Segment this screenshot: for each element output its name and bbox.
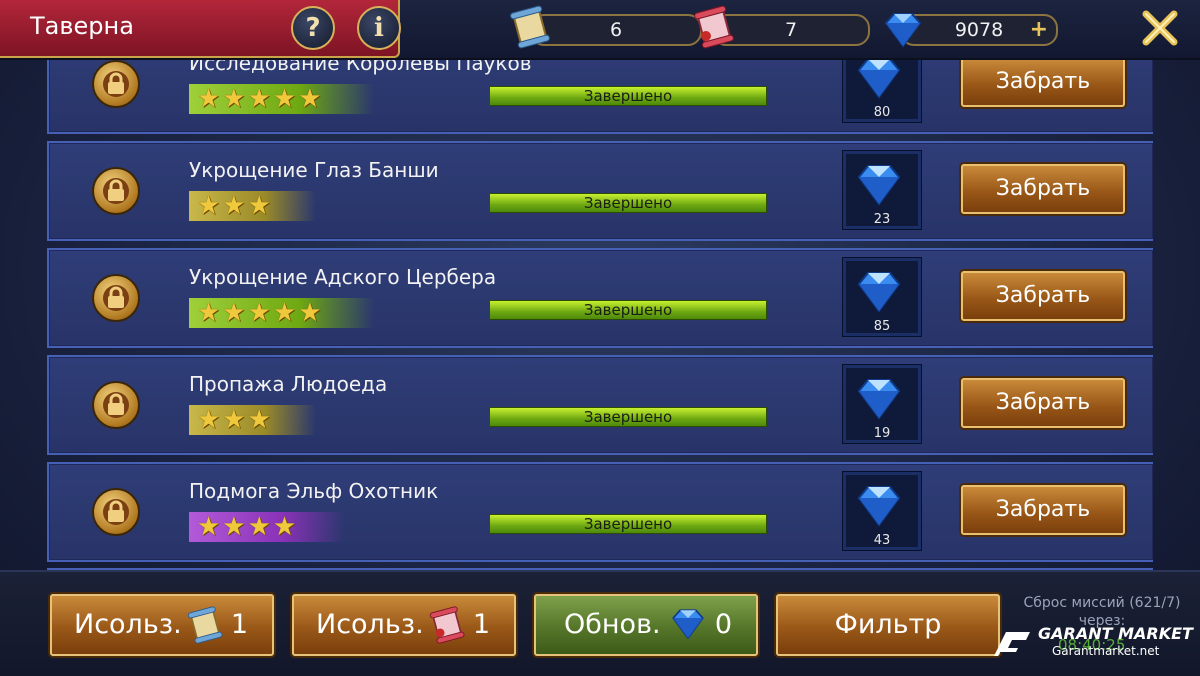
mission-row: Пропажа Людоеда ★★★ Завершено 19 Забрать — [47, 355, 1153, 455]
use-scroll-label: Исольз. — [74, 609, 182, 640]
red-scroll-icon — [694, 5, 734, 49]
reward-count: 80 — [873, 105, 891, 120]
claim-button[interactable]: Забрать — [961, 271, 1125, 321]
reward-count: 19 — [873, 426, 891, 441]
progress-bar: Завершено — [489, 193, 767, 213]
star-rating: ★★★★ — [189, 512, 345, 542]
mission-name: Подмога Эльф Охотник — [189, 479, 439, 503]
help-button[interactable]: ? — [291, 6, 335, 50]
progress-status: Завершено — [583, 194, 673, 212]
red-scroll-count: 7 — [784, 19, 798, 41]
mission-row: Подмога Эльф Охотник ★★★★ Завершено 43 З… — [47, 462, 1153, 562]
reward-slot: 23 — [843, 151, 921, 229]
claim-button[interactable]: Забрать — [961, 164, 1125, 214]
stars: ★★★★★ — [197, 84, 324, 114]
page-title: Таверна — [30, 12, 134, 40]
lock-icon[interactable] — [92, 60, 140, 108]
garant-market-logo-icon — [994, 632, 1030, 656]
diamond-icon — [857, 379, 901, 420]
stars: ★★★ — [197, 405, 273, 435]
claim-button[interactable]: Забрать — [961, 58, 1125, 107]
claim-button[interactable]: Забрать — [961, 485, 1125, 535]
use-red-scroll-button[interactable]: Исольз. 1 — [292, 594, 516, 656]
watermark: GARANT MARKET Garantmarket.net — [990, 624, 1200, 664]
use-scroll-count: 1 — [230, 609, 248, 640]
star-rating: ★★★ — [189, 191, 316, 221]
mission-row: Укрощение Глаз Банши ★★★ Завершено 23 За… — [47, 141, 1153, 241]
filter-button[interactable]: Фильтр — [776, 594, 1000, 656]
add-diamonds-button[interactable]: + — [1030, 19, 1048, 41]
star-rating: ★★★★★ — [189, 298, 374, 328]
lock-icon[interactable] — [92, 381, 140, 429]
reward-count: 43 — [873, 533, 891, 548]
top-bar: Таверна ? i 6 7 9078 + — [0, 0, 1200, 60]
reward-slot: 85 — [843, 258, 921, 336]
refresh-label: Обнов. — [564, 609, 661, 640]
watermark-brand: GARANT MARKET — [1038, 624, 1193, 643]
progress-status: Завершено — [583, 408, 673, 426]
lock-icon[interactable] — [92, 488, 140, 536]
close-icon[interactable] — [1138, 6, 1182, 50]
info-button[interactable]: i — [357, 6, 401, 50]
diamond-icon — [857, 486, 901, 527]
progress-bar: Завершено — [489, 514, 767, 534]
progress-status: Завершено — [583, 87, 673, 105]
reward-slot: 43 — [843, 472, 921, 550]
star-rating: ★★★★★ — [189, 84, 374, 114]
red-scroll-icon — [429, 606, 465, 644]
lock-icon[interactable] — [92, 274, 140, 322]
filter-label: Фильтр — [834, 609, 942, 640]
scroll-icon — [187, 606, 223, 644]
title-banner: Таверна — [0, 0, 400, 58]
progress-status: Завершено — [583, 301, 673, 319]
reward-slot: 80 — [843, 58, 921, 122]
lock-icon[interactable] — [92, 167, 140, 215]
diamond-icon — [672, 609, 704, 640]
scroll-count: 6 — [609, 19, 623, 41]
claim-button[interactable]: Забрать — [961, 378, 1125, 428]
progress-status: Завершено — [583, 515, 673, 533]
watermark-site: Garantmarket.net — [1052, 644, 1160, 658]
progress-bar: Завершено — [489, 407, 767, 427]
refresh-button[interactable]: Обнов. 0 — [534, 594, 758, 656]
reward-count: 23 — [873, 212, 891, 227]
reward-slot: 19 — [843, 365, 921, 443]
stars: ★★★★★ — [197, 298, 324, 328]
mission-name: Пропажа Людоеда — [189, 372, 388, 396]
scroll-icon — [510, 5, 550, 49]
progress-bar: Завершено — [489, 86, 767, 106]
mission-row: Укрощение Адского Цербера ★★★★★ Завершен… — [47, 248, 1153, 348]
reward-count: 85 — [873, 319, 891, 334]
scroll-counter: 6 — [530, 14, 702, 46]
diamond-icon — [857, 272, 901, 313]
diamond-icon — [884, 13, 922, 48]
mission-name: Укрощение Адского Цербера — [189, 265, 497, 289]
progress-bar: Завершено — [489, 300, 767, 320]
use-red-scroll-label: Исольз. — [316, 609, 424, 640]
star-rating: ★★★ — [189, 405, 316, 435]
stars: ★★★ — [197, 191, 273, 221]
use-scroll-button[interactable]: Исольз. 1 — [50, 594, 274, 656]
mission-row: Исследование Королевы Пауков ★★★★★ Завер… — [47, 58, 1153, 134]
refresh-count: 0 — [714, 609, 732, 640]
diamond-count: 9078 — [954, 19, 1004, 41]
mission-name: Исследование Королевы Пауков — [189, 58, 532, 75]
stars: ★★★★ — [197, 512, 299, 542]
mission-list[interactable]: Исследование Королевы Пауков ★★★★★ Завер… — [47, 58, 1153, 570]
diamond-icon — [857, 165, 901, 206]
diamond-icon — [857, 58, 901, 99]
mission-name: Укрощение Глаз Банши — [189, 158, 439, 182]
use-red-scroll-count: 1 — [472, 609, 490, 640]
